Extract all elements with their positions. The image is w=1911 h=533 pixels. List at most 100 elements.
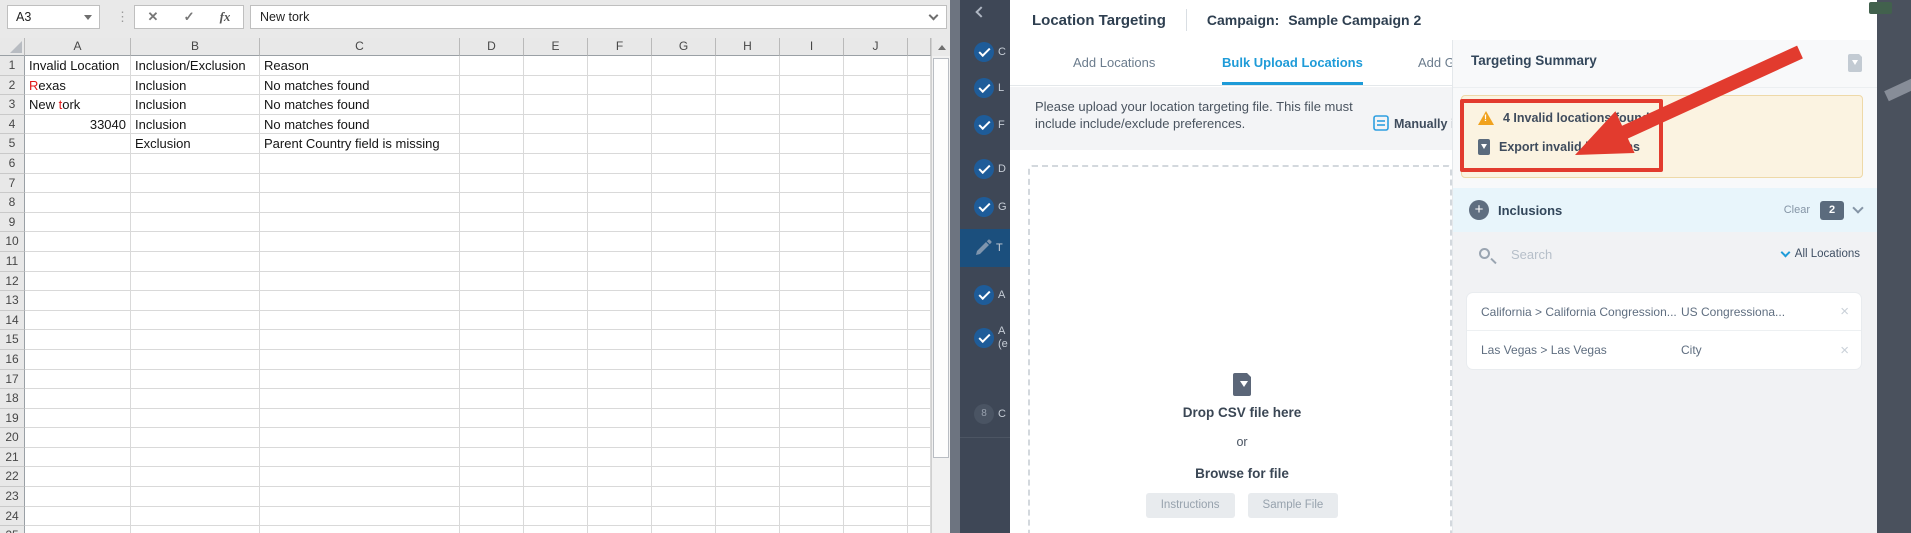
row-header-16[interactable]: 16	[0, 350, 25, 370]
cell-partial-1[interactable]	[908, 56, 931, 76]
cell-G17[interactable]	[652, 370, 716, 390]
row-header-19[interactable]: 19	[0, 409, 25, 429]
row-header-1[interactable]: 1	[0, 56, 25, 76]
browse-for-file-link[interactable]: Browse for file	[1030, 466, 1454, 481]
cell-F18[interactable]	[588, 389, 652, 409]
cell-D11[interactable]	[460, 252, 524, 272]
cell-partial-21[interactable]	[908, 448, 931, 468]
csv-dropzone[interactable]: Drop CSV file here or Browse for file In…	[1028, 165, 1452, 533]
cell-G18[interactable]	[652, 389, 716, 409]
cell-G2[interactable]	[652, 76, 716, 96]
cell-I19[interactable]	[780, 409, 844, 429]
sidebar-step-4[interactable]: D	[960, 150, 1010, 188]
cell-G1[interactable]	[652, 56, 716, 76]
column-header-B[interactable]: B	[131, 38, 260, 56]
manual-insert-icon[interactable]	[1373, 115, 1389, 131]
cell-I20[interactable]	[780, 428, 844, 448]
cell-D13[interactable]	[460, 291, 524, 311]
cell-J7[interactable]	[844, 174, 908, 194]
cell-B24[interactable]	[131, 507, 260, 527]
cell-partial-15[interactable]	[908, 330, 931, 350]
cell-A23[interactable]	[25, 487, 131, 507]
cell-H2[interactable]	[716, 76, 780, 96]
cell-F1[interactable]	[588, 56, 652, 76]
cell-E25[interactable]	[524, 526, 588, 533]
cell-G24[interactable]	[652, 507, 716, 527]
cell-G21[interactable]	[652, 448, 716, 468]
cell-G19[interactable]	[652, 409, 716, 429]
cell-B12[interactable]	[131, 272, 260, 292]
cell-F11[interactable]	[588, 252, 652, 272]
select-all-corner[interactable]	[0, 38, 25, 56]
cell-partial-5[interactable]	[908, 134, 931, 154]
cell-C2[interactable]: No matches found	[260, 76, 460, 96]
remove-location-icon[interactable]: ×	[1840, 303, 1849, 320]
cell-A13[interactable]	[25, 291, 131, 311]
cell-G9[interactable]	[652, 213, 716, 233]
cell-G5[interactable]	[652, 134, 716, 154]
cell-G20[interactable]	[652, 428, 716, 448]
cell-H24[interactable]	[716, 507, 780, 527]
cell-E22[interactable]	[524, 467, 588, 487]
column-header-H[interactable]: H	[716, 38, 780, 56]
cell-G6[interactable]	[652, 154, 716, 174]
row-header-14[interactable]: 14	[0, 311, 25, 331]
cell-H25[interactable]	[716, 526, 780, 533]
cell-G8[interactable]	[652, 193, 716, 213]
cell-A12[interactable]	[25, 272, 131, 292]
cell-E12[interactable]	[524, 272, 588, 292]
cell-C16[interactable]	[260, 350, 460, 370]
row-header-13[interactable]: 13	[0, 291, 25, 311]
cell-partial-18[interactable]	[908, 389, 931, 409]
cell-D1[interactable]	[460, 56, 524, 76]
cell-J6[interactable]	[844, 154, 908, 174]
cell-H19[interactable]	[716, 409, 780, 429]
cell-F8[interactable]	[588, 193, 652, 213]
cell-A10[interactable]	[25, 232, 131, 252]
cell-D23[interactable]	[460, 487, 524, 507]
cell-J14[interactable]	[844, 311, 908, 331]
cell-B14[interactable]	[131, 311, 260, 331]
cell-F24[interactable]	[588, 507, 652, 527]
cell-B18[interactable]	[131, 389, 260, 409]
cell-E9[interactable]	[524, 213, 588, 233]
cell-B3[interactable]: Inclusion	[131, 95, 260, 115]
cell-E3[interactable]	[524, 95, 588, 115]
cell-partial-3[interactable]	[908, 95, 931, 115]
row-header-9[interactable]: 9	[0, 213, 25, 233]
cell-H7[interactable]	[716, 174, 780, 194]
cell-C13[interactable]	[260, 291, 460, 311]
cell-F22[interactable]	[588, 467, 652, 487]
cell-B11[interactable]	[131, 252, 260, 272]
cell-A2[interactable]: Rexas	[25, 76, 131, 96]
cell-partial-16[interactable]	[908, 350, 931, 370]
cell-partial-2[interactable]	[908, 76, 931, 96]
cell-partial-6[interactable]	[908, 154, 931, 174]
cell-B7[interactable]	[131, 174, 260, 194]
cell-A25[interactable]	[25, 526, 131, 533]
cell-H16[interactable]	[716, 350, 780, 370]
cell-A18[interactable]	[25, 389, 131, 409]
cell-A15[interactable]	[25, 330, 131, 350]
cell-J21[interactable]	[844, 448, 908, 468]
cell-C12[interactable]	[260, 272, 460, 292]
collapse-sidebar-icon[interactable]	[975, 6, 986, 17]
cell-G11[interactable]	[652, 252, 716, 272]
cell-F5[interactable]	[588, 134, 652, 154]
cell-partial-12[interactable]	[908, 272, 931, 292]
download-summary-icon[interactable]	[1848, 54, 1862, 72]
cell-partial-10[interactable]	[908, 232, 931, 252]
cell-partial-19[interactable]	[908, 409, 931, 429]
cell-H9[interactable]	[716, 213, 780, 233]
cell-B2[interactable]: Inclusion	[131, 76, 260, 96]
cell-I23[interactable]	[780, 487, 844, 507]
cell-B25[interactable]	[131, 526, 260, 533]
cell-F3[interactable]	[588, 95, 652, 115]
cell-B10[interactable]	[131, 232, 260, 252]
column-header-D[interactable]: D	[460, 38, 524, 56]
cell-J16[interactable]	[844, 350, 908, 370]
cell-F17[interactable]	[588, 370, 652, 390]
sidebar-step-3[interactable]: F	[960, 106, 1010, 144]
formula-input[interactable]	[251, 6, 891, 28]
row-header-25[interactable]: 25	[0, 526, 25, 533]
